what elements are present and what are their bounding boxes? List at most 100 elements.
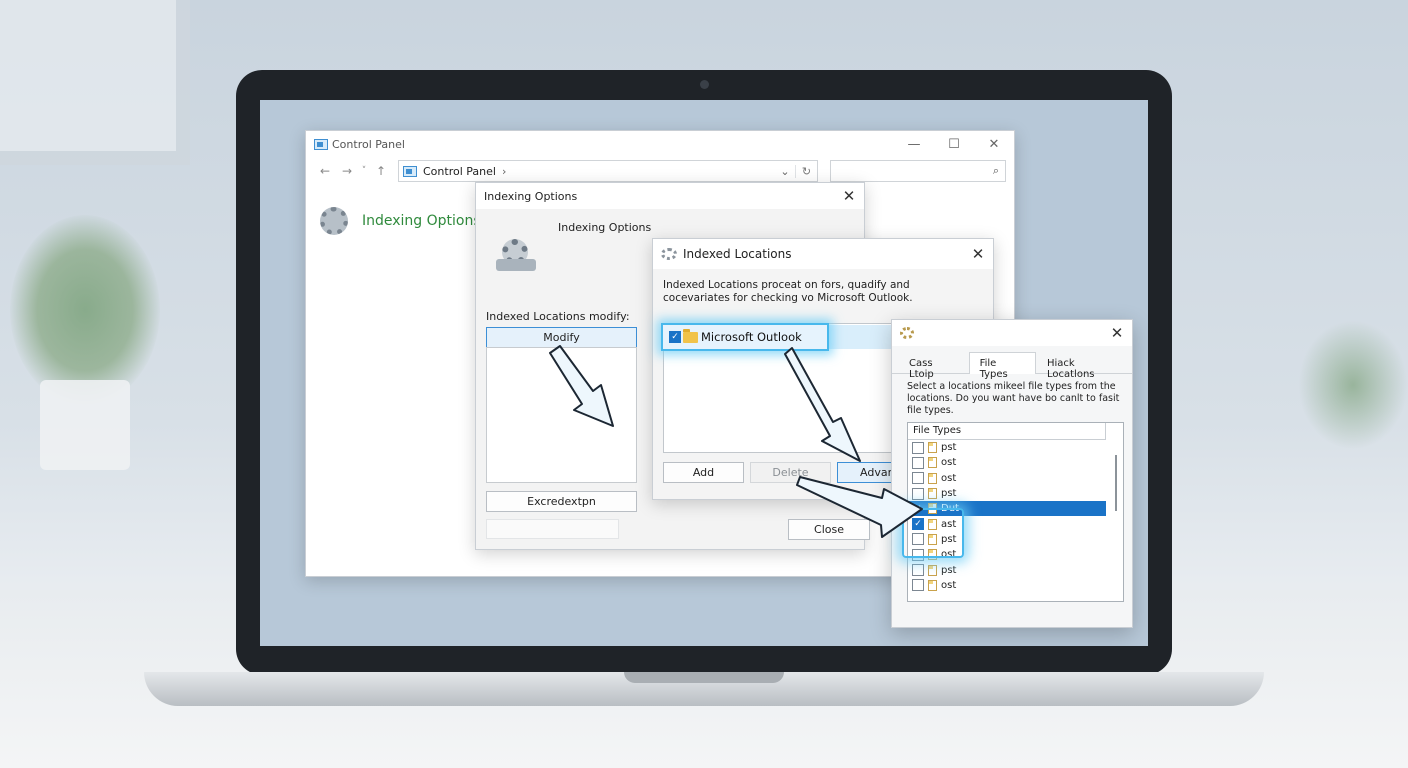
checkbox[interactable] (912, 548, 924, 561)
settings-icon (900, 327, 914, 339)
close-icon[interactable]: ✕ (1102, 324, 1132, 342)
file-type-row[interactable]: ost (908, 455, 1106, 470)
checkbox[interactable] (912, 533, 924, 546)
dialog-description: Indexed Locations proceat on fors, quadi… (663, 279, 913, 304)
file-types-list[interactable]: File Types pst ost ost pst ✓ Dut ✓ ast pst ost pst… (907, 422, 1124, 602)
file-type-row[interactable]: pst (908, 486, 1106, 501)
add-button[interactable]: Add (663, 462, 744, 483)
indexed-locations-titlebar: Indexed Locations ✕ (653, 239, 993, 269)
file-type-row[interactable]: ost (908, 471, 1106, 486)
file-types-titlebar: ✕ (892, 320, 1132, 346)
address-row: ← → ˅ ↑ Control Panel › ⌄ ↻ ⌕ (306, 157, 1014, 185)
checkbox[interactable] (912, 579, 924, 592)
file-type-label: pst (941, 564, 957, 576)
search-icon: ⌕ (992, 164, 999, 177)
tab-strip: Cass Ltoip File Types Hiack Locatlons (892, 352, 1132, 380)
locations-list[interactable] (486, 347, 637, 483)
modify-button[interactable]: Modify (486, 327, 637, 348)
indexing-options-link[interactable]: Indexing Options (320, 207, 481, 235)
disabled-field (486, 519, 619, 539)
dialog-header: Indexing Options (558, 221, 652, 234)
checkbox[interactable]: ✓ (912, 502, 924, 515)
file-type-label: pst (941, 442, 957, 454)
file-icon (928, 533, 937, 545)
checkbox[interactable]: ✓ (669, 331, 681, 343)
file-type-row[interactable]: pst (908, 562, 1106, 577)
webcam (700, 80, 709, 89)
tab-description: Select a locations mikeel file types fro… (907, 381, 1120, 416)
tab-locations[interactable]: Hiack Locatlons (1036, 352, 1132, 380)
control-panel-title: Control Panel (332, 137, 405, 151)
file-icon (928, 472, 937, 484)
file-types-rows: pst ost ost pst ✓ Dut ✓ ast pst ost pst ost (908, 440, 1123, 593)
breadcrumb-item[interactable]: Control Panel (423, 165, 496, 178)
location-label: Microsoft Outlook (701, 330, 802, 344)
scrollbar[interactable] (1115, 455, 1117, 511)
file-type-label: ost (941, 472, 957, 484)
file-icon (928, 503, 937, 515)
column-header[interactable]: File Types (908, 423, 1106, 440)
back-arrow-icon[interactable]: ← (314, 164, 336, 178)
indexing-gear-icon (496, 239, 536, 273)
file-icon (928, 518, 937, 530)
checkbox[interactable] (912, 472, 924, 485)
laptop-screen: Control Panel — ☐ ✕ ← → ˅ ↑ Control Pane… (260, 100, 1148, 646)
checkbox[interactable] (912, 487, 924, 500)
dialog-title: Indexed Locations (683, 247, 792, 261)
folder-icon (683, 328, 698, 343)
laptop-notch (624, 672, 784, 683)
background-plant-pot (40, 380, 130, 470)
file-icon (928, 549, 937, 561)
indexing-gear-icon (661, 248, 677, 260)
indexing-options-titlebar: Indexing Options ✕ (476, 183, 864, 209)
refresh-icon[interactable]: ↻ (795, 164, 817, 178)
file-type-row[interactable]: pst (908, 532, 1106, 547)
file-type-label: ost (941, 579, 957, 591)
close-button[interactable]: ✕ (974, 137, 1014, 152)
file-type-label: ast (941, 518, 957, 530)
checkbox[interactable] (912, 441, 924, 454)
checkbox[interactable]: ✓ (912, 518, 924, 531)
file-type-row[interactable]: ✓ ast (908, 516, 1106, 531)
file-type-row[interactable]: pst (908, 440, 1106, 455)
locations-label: Indexed Locations modify: (486, 310, 630, 323)
file-type-row[interactable]: ✓ Dut (908, 501, 1106, 517)
background-plant (10, 215, 160, 405)
background-plant-right (1298, 320, 1408, 450)
close-icon[interactable]: ✕ (963, 245, 993, 263)
control-panel-icon (403, 165, 417, 177)
tab-general[interactable]: Cass Ltoip (898, 352, 969, 380)
tab-file-types[interactable]: File Types (968, 352, 1036, 380)
up-arrow-icon[interactable]: ↑ (370, 164, 392, 178)
checkbox[interactable] (912, 456, 924, 469)
file-type-row[interactable]: ost (908, 578, 1106, 593)
exclusion-button[interactable]: Excredextpn (486, 491, 637, 512)
file-type-label: ost (941, 549, 957, 561)
breadcrumb-separator: › (501, 164, 507, 178)
window-controls: — ☐ ✕ (894, 137, 1014, 152)
chevron-down-icon[interactable]: ⌄ (775, 165, 795, 178)
file-type-row[interactable]: ost (908, 547, 1106, 562)
control-panel-titlebar: Control Panel — ☐ ✕ (306, 131, 1014, 157)
file-icon (928, 579, 937, 591)
file-icon (928, 457, 937, 469)
file-icon (928, 564, 937, 576)
page-title: Indexing Options (362, 213, 481, 229)
file-types-dialog: ✕ Cass Ltoip File Types Hiack Locatlons … (891, 319, 1133, 628)
search-input[interactable]: ⌕ (830, 160, 1006, 182)
checkbox[interactable] (912, 564, 924, 577)
forward-arrow-icon[interactable]: → (336, 164, 358, 178)
file-type-label: ost (941, 457, 957, 469)
maximize-button[interactable]: ☐ (934, 137, 974, 152)
close-button[interactable]: Close (788, 519, 870, 540)
address-bar[interactable]: Control Panel › ⌄ ↻ (398, 160, 818, 182)
file-icon (928, 488, 937, 500)
file-type-label: Dut (941, 503, 959, 515)
close-icon[interactable]: ✕ (834, 187, 864, 205)
recent-locations-icon[interactable]: ˅ (358, 166, 370, 176)
background-picture-frame (0, 0, 190, 165)
location-item-microsoft-outlook[interactable]: ✓ Microsoft Outlook (661, 323, 829, 351)
delete-button[interactable]: Delete (750, 462, 831, 483)
file-type-label: pst (941, 488, 957, 500)
minimize-button[interactable]: — (894, 137, 934, 152)
